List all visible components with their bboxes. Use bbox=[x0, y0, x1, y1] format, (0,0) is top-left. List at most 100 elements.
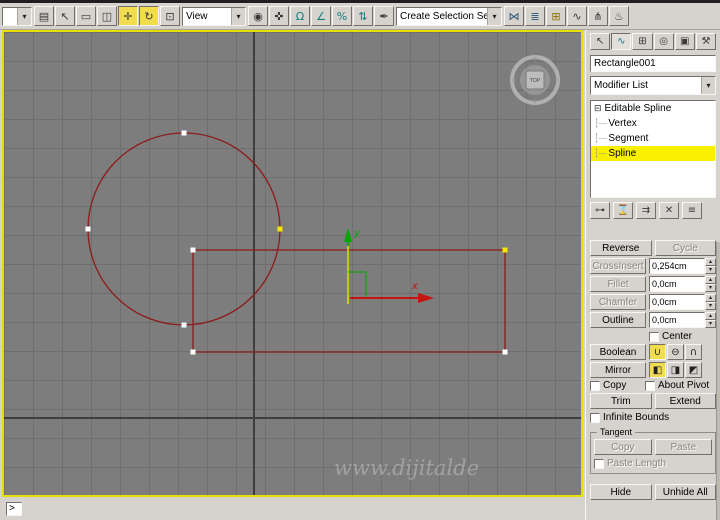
boolean-button[interactable]: Boolean bbox=[590, 344, 646, 360]
chamfer-button[interactable]: Chamfer bbox=[590, 294, 646, 310]
vertex-marker[interactable] bbox=[85, 226, 91, 232]
panel-scrollbar[interactable] bbox=[716, 242, 720, 520]
mirror-horizontal-icon[interactable]: ◧ bbox=[649, 362, 666, 378]
select-and-manipulate-icon[interactable]: ✜ bbox=[269, 6, 289, 26]
curve-editor-icon[interactable]: ∿ bbox=[567, 6, 587, 26]
select-and-scale-icon[interactable]: ⊡ bbox=[160, 6, 180, 26]
outline-button[interactable]: Outline bbox=[590, 312, 646, 328]
schematic-view-icon[interactable]: ⋔ bbox=[588, 6, 608, 26]
spinner-up-icon[interactable]: ▴ bbox=[705, 294, 716, 302]
remove-modifier-icon[interactable]: ✕ bbox=[659, 202, 679, 219]
align-icon[interactable]: ≣ bbox=[525, 6, 545, 26]
chevron-down-icon[interactable]: ▾ bbox=[231, 7, 245, 25]
modifier-list-dropdown[interactable]: Modifier List ▾ bbox=[590, 76, 716, 95]
create-tab[interactable]: ↖ bbox=[590, 33, 611, 50]
hide-button[interactable]: Hide bbox=[590, 484, 652, 500]
stack-item-segment[interactable]: ┆···· Segment bbox=[591, 131, 715, 146]
stack-item-spline[interactable]: ┆···· Spline bbox=[591, 146, 715, 161]
y-axis-arrowhead[interactable] bbox=[344, 228, 352, 242]
reverse-button[interactable]: Reverse bbox=[590, 240, 652, 256]
window-crossing-icon[interactable]: ◫ bbox=[97, 6, 117, 26]
utilities-tab[interactable]: ⚒ bbox=[695, 33, 717, 50]
reference-coordinate-dropdown[interactable]: View ▾ bbox=[182, 6, 246, 26]
use-pivot-point-center-icon[interactable]: ◉ bbox=[248, 6, 268, 26]
mirror-icon[interactable]: ⋈ bbox=[504, 6, 524, 26]
about-pivot-checkbox[interactable] bbox=[645, 380, 655, 391]
tangent-paste-button[interactable]: Paste bbox=[654, 439, 712, 455]
rectangle-spline[interactable] bbox=[192, 249, 506, 353]
circle-spline[interactable] bbox=[87, 132, 281, 326]
spinner-up-icon[interactable]: ▴ bbox=[705, 276, 716, 284]
spinner-down-icon[interactable]: ▾ bbox=[705, 302, 716, 310]
chevron-down-icon[interactable]: ▾ bbox=[701, 77, 715, 94]
motion-tab[interactable]: ◎ bbox=[653, 33, 674, 50]
infinite-bounds-checkbox[interactable] bbox=[590, 412, 600, 423]
chamfer-spinner[interactable]: 0,0cm ▴ ▾ bbox=[649, 294, 716, 310]
xy-plane-handle[interactable] bbox=[348, 271, 367, 298]
maxscript-mini-listener[interactable]: > bbox=[6, 502, 22, 516]
boolean-intersection-icon[interactable]: ∩ bbox=[685, 344, 702, 360]
chevron-down-icon[interactable]: ▾ bbox=[487, 7, 501, 25]
extend-button[interactable]: Extend bbox=[654, 393, 716, 409]
select-and-move-icon[interactable]: ✛ bbox=[118, 6, 138, 26]
object-name-field[interactable]: Rectangle001 bbox=[590, 55, 716, 72]
mirror-vertical-icon[interactable]: ◨ bbox=[667, 362, 684, 378]
spinner-down-icon[interactable]: ▾ bbox=[705, 266, 716, 274]
paste-length-checkbox[interactable] bbox=[594, 458, 604, 469]
pin-stack-icon[interactable]: ⊶ bbox=[590, 202, 610, 219]
vertex-marker[interactable] bbox=[502, 349, 508, 355]
spinner-down-icon[interactable]: ▾ bbox=[705, 320, 716, 328]
stack-item-editable-spline[interactable]: ⊟ Editable Spline bbox=[591, 101, 715, 116]
modifier-stack[interactable]: ⊟ Editable Spline ┆···· Vertex ┆···· Seg… bbox=[590, 100, 716, 198]
spinner-up-icon[interactable]: ▴ bbox=[705, 258, 716, 266]
select-object-icon[interactable]: ↖ bbox=[55, 6, 75, 26]
spinner-snap-icon[interactable]: ⇅ bbox=[353, 6, 373, 26]
boolean-subtraction-icon[interactable]: ⊖ bbox=[667, 344, 684, 360]
outline-spinner[interactable]: 0,0cm ▴ ▾ bbox=[649, 312, 716, 328]
configure-modifier-sets-icon[interactable]: ≡ bbox=[682, 202, 702, 219]
percent-snap-icon[interactable]: % bbox=[332, 6, 352, 26]
selected-vertex-marker[interactable] bbox=[277, 226, 283, 232]
spinner-down-icon[interactable]: ▾ bbox=[705, 284, 716, 292]
tangent-copy-button[interactable]: Copy bbox=[594, 439, 652, 455]
fillet-spinner[interactable]: 0,0cm ▴ ▾ bbox=[649, 276, 716, 292]
render-setup-icon[interactable]: ♨ bbox=[609, 6, 629, 26]
top-viewport[interactable]: y x TOP www.dijitalde bbox=[2, 30, 583, 497]
show-end-result-icon[interactable]: ⌛ bbox=[613, 202, 633, 219]
layer-manager-icon[interactable]: ⊞ bbox=[546, 6, 566, 26]
vertex-marker[interactable] bbox=[190, 247, 196, 253]
modify-tab[interactable]: ∿ bbox=[611, 33, 632, 50]
collapse-icon[interactable]: ⊟ bbox=[594, 104, 602, 114]
spinner-up-icon[interactable]: ▴ bbox=[705, 312, 716, 320]
vertex-marker[interactable] bbox=[181, 322, 187, 328]
unhide-all-button[interactable]: Unhide All bbox=[654, 484, 716, 500]
mirror-button[interactable]: Mirror bbox=[590, 362, 646, 378]
chevron-down-icon[interactable]: ▾ bbox=[17, 7, 31, 25]
mirror-both-icon[interactable]: ◩ bbox=[685, 362, 702, 378]
viewcube[interactable]: TOP bbox=[510, 55, 560, 105]
make-unique-icon[interactable]: ⇉ bbox=[636, 202, 656, 219]
selection-filter-dropdown[interactable]: ▾ bbox=[2, 6, 32, 26]
hierarchy-tab[interactable]: ⊞ bbox=[632, 33, 653, 50]
edit-named-selection-sets-icon[interactable]: ✒ bbox=[374, 6, 394, 26]
snap-toggle-icon[interactable]: Ω bbox=[290, 6, 310, 26]
select-by-name-icon[interactable]: ▤ bbox=[34, 6, 54, 26]
selected-vertex-marker[interactable] bbox=[502, 247, 508, 253]
center-checkbox[interactable] bbox=[649, 331, 659, 342]
crossinsert-button[interactable]: CrossInsert bbox=[590, 258, 646, 274]
crossinsert-spinner[interactable]: 0,254cm ▴ ▾ bbox=[649, 258, 716, 274]
trim-button[interactable]: Trim bbox=[590, 393, 652, 409]
copy-checkbox[interactable] bbox=[590, 380, 600, 391]
fillet-button[interactable]: Fillet bbox=[590, 276, 646, 292]
vertex-marker[interactable] bbox=[181, 130, 187, 136]
stack-item-vertex[interactable]: ┆···· Vertex bbox=[591, 116, 715, 131]
select-and-rotate-icon[interactable]: ↻ bbox=[139, 6, 159, 26]
cycle-button[interactable]: Cycle bbox=[654, 240, 716, 256]
boolean-union-icon[interactable]: ∪ bbox=[649, 344, 666, 360]
rectangular-selection-region-icon[interactable]: ▭ bbox=[76, 6, 96, 26]
named-selection-sets-dropdown[interactable]: Create Selection Se ▾ bbox=[396, 6, 502, 26]
angle-snap-icon[interactable]: ∠ bbox=[311, 6, 331, 26]
vertex-marker[interactable] bbox=[190, 349, 196, 355]
x-axis-arrowhead[interactable] bbox=[418, 293, 434, 303]
display-tab[interactable]: ▣ bbox=[674, 33, 695, 50]
